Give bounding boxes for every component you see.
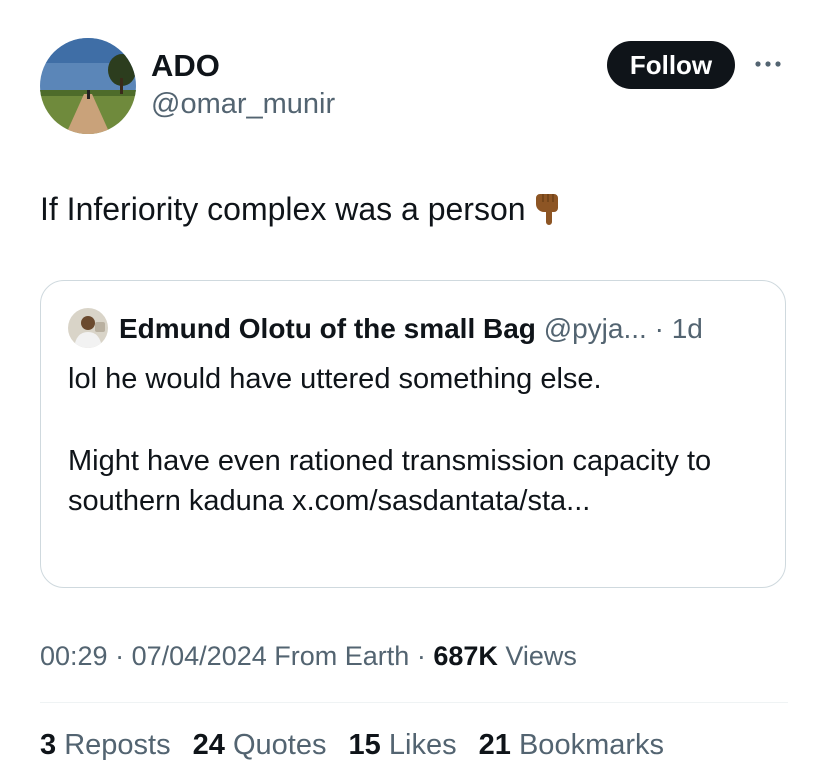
author-handle[interactable]: @omar_munir	[151, 87, 335, 121]
quoted-line-2: Might have even rationed transmission ca…	[68, 445, 712, 517]
reposts-count: 3	[40, 729, 57, 761]
tweet-source: From Earth	[274, 641, 410, 671]
reposts-label: Reposts	[64, 729, 171, 761]
quoted-handle[interactable]: @pyja...	[544, 313, 647, 344]
quoted-display-name[interactable]: Edmund Olotu of the small Bag	[119, 313, 536, 344]
quoted-time[interactable]: 1d	[672, 313, 703, 344]
bookmarks-stat[interactable]: 21 Bookmarks	[479, 726, 664, 764]
quoted-separator: ·	[654, 313, 664, 344]
backhand-index-pointing-down-emoji-icon	[534, 190, 562, 226]
author-avatar[interactable]	[40, 38, 136, 134]
author-display-name[interactable]: ADO	[151, 48, 335, 84]
more-dots-icon[interactable]	[752, 54, 784, 74]
tweet-header: ADO @omar_munir Follow	[40, 38, 790, 134]
quotes-stat[interactable]: 24 Quotes	[193, 726, 327, 764]
quoted-line-1: lol he would have uttered something else…	[68, 363, 602, 395]
tweet-meta: 00:29 · 07/04/2024 From Earth · 687K Vie…	[40, 638, 577, 674]
quoted-header: Edmund Olotu of the small Bag @pyja... ·…	[119, 311, 703, 347]
views-label: Views	[505, 641, 577, 671]
quotes-label: Quotes	[232, 729, 327, 761]
meta-separator-1: ·	[115, 641, 125, 671]
quoted-body: lol he would have uttered something else…	[68, 359, 768, 521]
divider	[40, 702, 788, 703]
quoted-tweet-card[interactable]: Edmund Olotu of the small Bag @pyja... ·…	[40, 280, 786, 588]
bookmarks-label: Bookmarks	[518, 729, 665, 761]
likes-label: Likes	[388, 729, 457, 761]
likes-count: 15	[348, 729, 381, 761]
reposts-stat[interactable]: 3 Reposts	[40, 726, 171, 764]
quotes-count: 24	[192, 729, 225, 761]
tweet-text-content: If Inferiority complex was a person	[40, 191, 526, 227]
views-count: 687K	[433, 641, 498, 671]
tweet-time[interactable]: 00:29	[40, 641, 108, 671]
bookmarks-count: 21	[478, 729, 511, 761]
author-names: ADO @omar_munir	[151, 48, 335, 121]
follow-button[interactable]: Follow	[607, 41, 735, 89]
tweet-text: If Inferiority complex was a person	[40, 188, 562, 230]
engagement-stats: 3 Reposts 24 Quotes 15 Likes 21 Bookmark…	[40, 726, 678, 764]
likes-stat[interactable]: 15 Likes	[349, 726, 457, 764]
quoted-author-avatar[interactable]	[68, 308, 108, 348]
tweet-date[interactable]: 07/04/2024	[132, 641, 267, 671]
meta-separator-2: ·	[416, 641, 426, 671]
